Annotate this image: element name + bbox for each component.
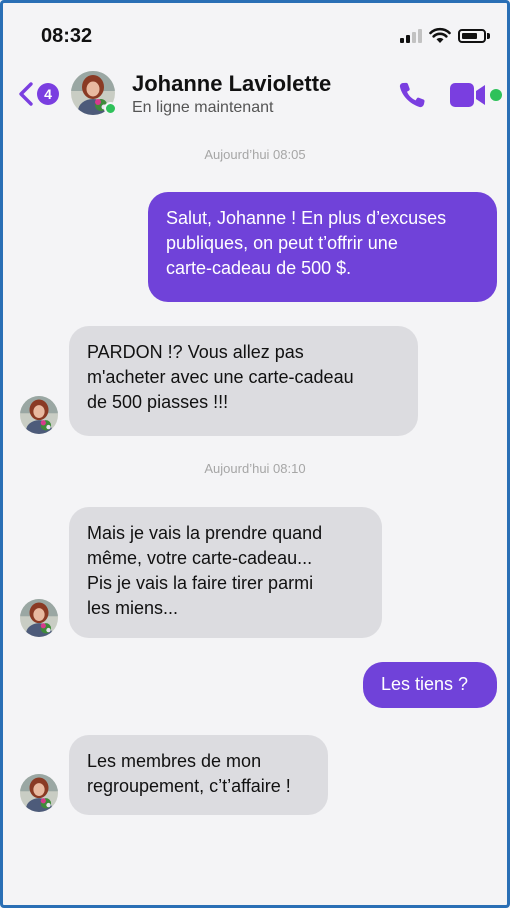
timestamp: Aujourd’hui 08:05	[204, 147, 306, 162]
status-bar: 08:32	[3, 3, 507, 65]
active-call-dot	[490, 89, 502, 101]
signal-icon	[400, 29, 422, 43]
message-line: Salut, Johanne ! En plus d’excuses	[166, 208, 447, 228]
message-line: Mais je vais la prendre quand	[87, 523, 323, 543]
contact-status: En ligne maintenant	[132, 99, 274, 116]
message-line: m'acheter avec une carte-cadeau	[87, 367, 354, 387]
message-incoming[interactable]: Mais je vais la prendre quand même, votr…	[69, 507, 382, 638]
chat-header: 4 Johanne Laviolette En ligne maintenant	[3, 65, 507, 123]
message-line: PARDON !? Vous allez pas	[87, 342, 304, 362]
unread-badge: 4	[37, 83, 59, 105]
back-button[interactable]: 4	[17, 79, 63, 109]
timestamp: Aujourd’hui 08:10	[204, 461, 306, 476]
message-outgoing[interactable]: Les tiens ?	[363, 662, 497, 708]
wifi-icon	[429, 27, 451, 43]
message-incoming[interactable]: PARDON !? Vous allez pas m'acheter avec …	[69, 326, 418, 436]
message-line: publiques, on peut t’offrir une	[166, 233, 398, 253]
sender-avatar[interactable]	[20, 396, 58, 434]
status-time: 08:32	[41, 25, 93, 47]
battery-icon	[458, 29, 486, 43]
message-line: même, votre carte-cadeau...	[87, 548, 313, 568]
contact-name[interactable]: Johanne Laviolette	[132, 71, 331, 97]
message-line: Les membres de mon	[87, 751, 262, 771]
message-line: regroupement, c’t’affaire !	[87, 776, 291, 796]
message-line: carte-cadeau de 500 $.	[166, 258, 352, 278]
video-camera-icon[interactable]	[448, 81, 488, 109]
message-line: Pis je vais la faire tirer parmi	[87, 573, 314, 593]
sender-avatar[interactable]	[20, 774, 58, 812]
message-line: de 500 piasses !!!	[87, 392, 229, 412]
message-line: les miens...	[87, 598, 179, 618]
chevron-left-icon	[19, 82, 33, 106]
message-line: Les tiens ?	[381, 674, 469, 694]
online-indicator	[104, 102, 117, 115]
phone-icon[interactable]	[396, 79, 428, 111]
phone-screen: 08:32 4 Johanne Laviolette En ligne main…	[0, 0, 510, 908]
message-outgoing[interactable]: Salut, Johanne ! En plus d’excuses publi…	[148, 192, 497, 302]
battery-tip	[487, 33, 490, 39]
message-incoming[interactable]: Les membres de mon regroupement, c’t’aff…	[69, 735, 328, 815]
sender-avatar[interactable]	[20, 599, 58, 637]
